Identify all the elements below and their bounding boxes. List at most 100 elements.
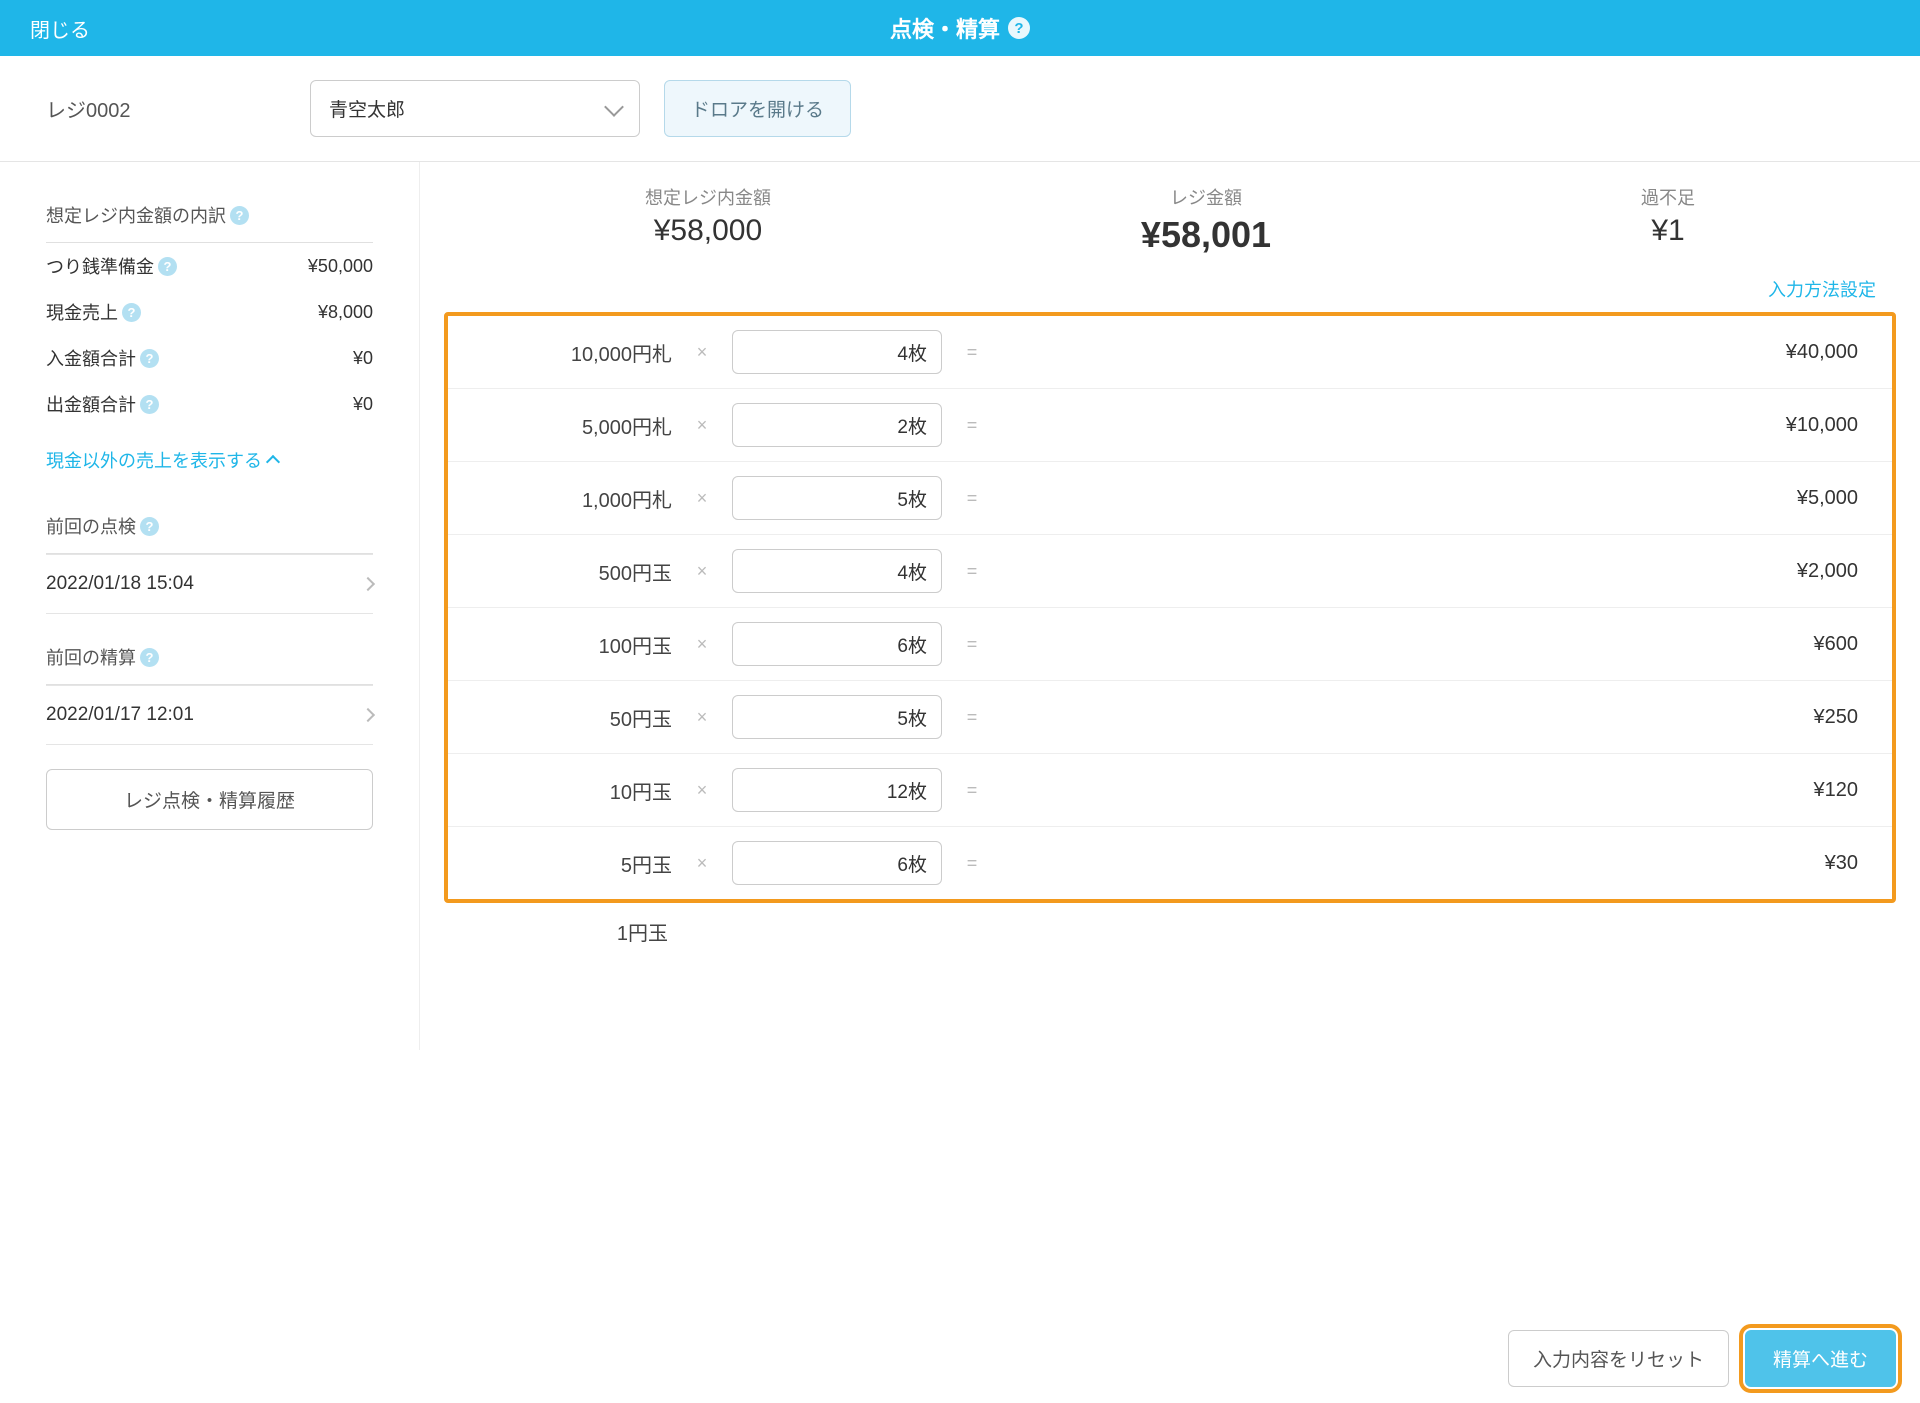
summary-diff-value: ¥1: [1641, 214, 1695, 248]
toggle-noncash-link[interactable]: 現金以外の売上を表示する: [46, 447, 373, 473]
equals-icon: =: [942, 415, 1002, 436]
toolbar: レジ0002 青空太郎 ドロアを開ける: [0, 56, 1920, 162]
help-icon[interactable]: ?: [140, 648, 159, 667]
multiply-icon: ×: [672, 342, 732, 363]
denomination-row-disabled: 1円玉: [440, 903, 1900, 960]
denom-subtotal: ¥10,000: [1002, 414, 1868, 437]
prev-settle-title: 前回の精算 ?: [46, 644, 373, 685]
help-icon[interactable]: ?: [140, 349, 159, 368]
help-icon[interactable]: ?: [1008, 17, 1030, 39]
input-settings-link[interactable]: 入力方法設定: [440, 266, 1900, 312]
denomination-row: 5,000円札× =¥10,000: [448, 389, 1892, 462]
denom-label: 5円玉: [472, 849, 672, 878]
breakdown-label: つり銭準備金 ?: [46, 253, 177, 279]
prev-check-time: 2022/01/18 15:04: [46, 573, 194, 595]
denom-count-input[interactable]: [732, 695, 942, 739]
breakdown-value: ¥8,000: [318, 302, 373, 323]
denom-subtotal: ¥2,000: [1002, 560, 1868, 583]
denom-subtotal: ¥250: [1002, 706, 1868, 729]
open-drawer-button[interactable]: ドロアを開ける: [664, 80, 851, 137]
denomination-row: 1,000円札× =¥5,000: [448, 462, 1892, 535]
equals-icon: =: [942, 342, 1002, 363]
chevron-right-icon: [361, 708, 375, 722]
denomination-row: 500円玉×=¥2,000: [448, 535, 1892, 608]
breakdown-label: 現金売上 ?: [46, 299, 141, 325]
page-title-text: 点検・精算: [890, 12, 1000, 44]
denomination-table: 10,000円札×=¥40,0005,000円札×=¥10,0001,000円札…: [444, 312, 1896, 903]
chevron-down-icon: [604, 97, 624, 117]
multiply-icon: ×: [672, 488, 732, 509]
summary-actual-label: レジ金額: [1141, 184, 1271, 210]
denom-count-input[interactable]: [732, 549, 942, 593]
denom-subtotal: ¥120: [1002, 779, 1868, 802]
equals-icon: =: [942, 780, 1002, 801]
footer-actions: 入力内容をリセット 精算へ進む: [0, 1314, 1920, 1403]
denomination-row: 100円玉× =¥600: [448, 608, 1892, 681]
help-icon[interactable]: ?: [140, 517, 159, 536]
reset-button[interactable]: 入力内容をリセット: [1508, 1330, 1729, 1387]
multiply-icon: ×: [672, 634, 732, 655]
close-button[interactable]: 閉じる: [30, 14, 90, 43]
summary-actual-value: ¥58,001: [1141, 214, 1271, 256]
multiply-icon: ×: [672, 707, 732, 728]
denom-label: 1円玉: [468, 917, 668, 946]
sidebar: 想定レジ内金額の内訳 ? つり銭準備金 ? ¥50,000 現金売上 ? ¥8,…: [0, 162, 420, 1050]
denom-label: 10円玉: [472, 776, 672, 805]
equals-icon: =: [942, 634, 1002, 655]
prev-check-row[interactable]: 2022/01/18 15:04: [46, 554, 373, 614]
denom-subtotal: ¥30: [1002, 852, 1868, 875]
summary-row: 想定レジ内金額 ¥58,000 レジ金額 ¥58,001 過不足 ¥1: [440, 184, 1900, 266]
equals-icon: =: [942, 853, 1002, 874]
multiply-icon: ×: [672, 561, 732, 582]
breakdown-value: ¥0: [353, 394, 373, 415]
register-label: レジ0002: [46, 94, 286, 123]
denom-subtotal: ¥40,000: [1002, 341, 1868, 364]
equals-icon: =: [942, 488, 1002, 509]
main-panel: 想定レジ内金額 ¥58,000 レジ金額 ¥58,001 過不足 ¥1 入力方法…: [420, 162, 1920, 1050]
help-icon[interactable]: ?: [122, 303, 141, 322]
app-header: 閉じる 点検・精算 ?: [0, 0, 1920, 56]
staff-select[interactable]: 青空太郎: [310, 80, 640, 137]
denom-count-input[interactable]: [732, 622, 942, 666]
prev-check-title: 前回の点検 ?: [46, 513, 373, 554]
prev-settle-row[interactable]: 2022/01/17 12:01: [46, 685, 373, 745]
denom-count-input[interactable]: [732, 330, 942, 374]
multiply-icon: ×: [672, 853, 732, 874]
breakdown-row-change-fund: つり銭準備金 ? ¥50,000: [46, 243, 373, 289]
help-icon[interactable]: ?: [140, 395, 159, 414]
multiply-icon: ×: [672, 415, 732, 436]
multiply-icon: ×: [672, 780, 732, 801]
denom-label: 1,000円札: [472, 484, 672, 513]
denom-subtotal: ¥600: [1002, 633, 1868, 656]
toggle-noncash-label: 現金以外の売上を表示する: [46, 447, 262, 473]
breakdown-value: ¥0: [353, 348, 373, 369]
summary-expected: 想定レジ内金額 ¥58,000: [645, 184, 771, 256]
breakdown-label: 出金額合計 ?: [46, 391, 159, 417]
breakdown-title: 想定レジ内金額の内訳 ?: [46, 202, 373, 243]
breakdown-row-withdrawal: 出金額合計 ? ¥0: [46, 381, 373, 427]
summary-expected-label: 想定レジ内金額: [645, 184, 771, 210]
denom-label: 500円玉: [472, 557, 672, 586]
breakdown-row-cash-sales: 現金売上 ? ¥8,000: [46, 289, 373, 335]
prev-settle-time: 2022/01/17 12:01: [46, 704, 194, 726]
help-icon[interactable]: ?: [230, 206, 249, 225]
denom-count-input[interactable]: [732, 841, 942, 885]
equals-icon: =: [942, 707, 1002, 728]
summary-expected-value: ¥58,000: [645, 214, 771, 248]
denom-count-input[interactable]: [732, 768, 942, 812]
denom-count-input[interactable]: [732, 403, 942, 447]
chevron-right-icon: [361, 577, 375, 591]
summary-actual: レジ金額 ¥58,001: [1141, 184, 1271, 256]
denom-subtotal: ¥5,000: [1002, 487, 1868, 510]
chevron-up-icon: [266, 455, 280, 469]
denom-label: 100円玉: [472, 630, 672, 659]
proceed-button[interactable]: 精算へ進む: [1745, 1330, 1896, 1387]
help-icon[interactable]: ?: [158, 257, 177, 276]
denom-label: 10,000円札: [472, 338, 672, 367]
breakdown-value: ¥50,000: [308, 256, 373, 277]
denom-label: 5,000円札: [472, 411, 672, 440]
denom-count-input[interactable]: [732, 476, 942, 520]
breakdown-label: 入金額合計 ?: [46, 345, 159, 371]
denom-label: 50円玉: [472, 703, 672, 732]
history-button[interactable]: レジ点検・精算履歴: [46, 769, 373, 830]
